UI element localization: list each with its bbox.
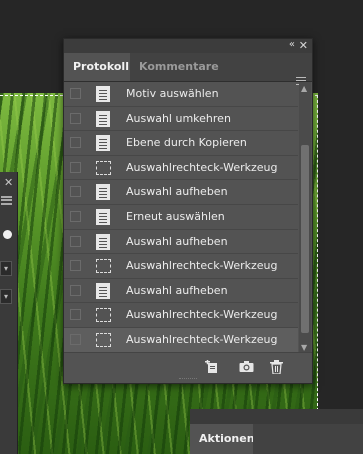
- history-state-row[interactable]: Motiv auswählen: [64, 82, 298, 107]
- document-icon: [96, 282, 110, 299]
- close-icon[interactable]: ✕: [299, 39, 308, 52]
- history-state-label: Auswahl umkehren: [126, 111, 231, 125]
- chevron-down-icon[interactable]: ▾: [0, 289, 12, 304]
- history-state-label: Auswahl aufheben: [126, 283, 228, 297]
- history-state-label: Auswahlrechteck-Werkzeug: [126, 332, 278, 346]
- snapshot-source-checkbox[interactable]: [70, 88, 81, 99]
- history-state-label: Motiv auswählen: [126, 87, 219, 100]
- snapshot-source-checkbox[interactable]: [70, 333, 81, 345]
- collapse-icon[interactable]: «: [289, 39, 295, 50]
- left-panel: ✕ ▾ ▾: [0, 172, 18, 454]
- history-state-label: Auswahl aufheben: [126, 185, 228, 199]
- document-icon: [96, 110, 110, 127]
- snapshot-source-checkbox[interactable]: [70, 137, 81, 149]
- snapshot-source-checkbox[interactable]: [70, 186, 81, 198]
- marquee-icon: [96, 160, 111, 175]
- snapshot-source-checkbox[interactable]: [70, 161, 81, 173]
- marquee-icon: [96, 308, 111, 323]
- document-icon: [96, 184, 110, 201]
- history-state-label: Auswahlrechteck-Werkzeug: [126, 308, 278, 322]
- snapshot-source-checkbox[interactable]: [70, 260, 81, 272]
- scroll-up-icon[interactable]: ▲: [301, 84, 307, 93]
- panel-titlebar[interactable]: « ✕: [64, 39, 312, 53]
- snapshot-source-checkbox[interactable]: [70, 112, 81, 124]
- document-icon: [96, 86, 110, 102]
- history-state-row[interactable]: Erneut auswählen: [64, 205, 298, 230]
- snapshot-source-checkbox[interactable]: [70, 235, 81, 247]
- history-list: Motiv auswählen Auswahl umkehren Ebene dur…: [64, 82, 298, 354]
- panel-footer: [64, 352, 312, 383]
- marquee-icon: [96, 259, 111, 274]
- document-icon: [96, 233, 110, 250]
- history-state-row[interactable]: Auswahlrechteck-Werkzeug: [64, 327, 298, 353]
- history-state-label: Auswahl aufheben: [126, 234, 228, 248]
- history-state-label: Erneut auswählen: [126, 209, 225, 223]
- resize-grip[interactable]: [179, 378, 197, 382]
- history-state-label: Auswahlrechteck-Werkzeug: [126, 160, 278, 174]
- snapshot-source-checkbox[interactable]: [70, 210, 81, 222]
- history-state-row[interactable]: Ebene durch Kopieren: [64, 131, 298, 156]
- scroll-down-icon[interactable]: ▼: [301, 343, 307, 352]
- history-panel: « ✕ Protokoll Kommentare Motiv auswählen…: [63, 38, 313, 384]
- history-state-row[interactable]: Auswahlrechteck-Werkzeug: [64, 156, 298, 181]
- chevron-down-icon[interactable]: ▾: [0, 261, 12, 276]
- snapshot-source-checkbox[interactable]: [70, 284, 81, 296]
- panel-menu-icon[interactable]: [1, 196, 12, 205]
- document-icon: [96, 208, 110, 225]
- tab-bar: Protokoll Kommentare: [64, 53, 312, 85]
- close-icon[interactable]: ✕: [4, 176, 13, 189]
- trash-icon[interactable]: [270, 360, 283, 378]
- tab-protokoll[interactable]: Protokoll: [64, 53, 130, 81]
- tab-aktionen[interactable]: Aktionen: [190, 424, 255, 454]
- document-icon: [96, 135, 110, 152]
- scrollbar[interactable]: ▲ ▼: [299, 82, 311, 354]
- tab-bar: [253, 424, 363, 454]
- history-state-row[interactable]: Auswahl aufheben: [64, 180, 298, 205]
- actions-panel: Aktionen: [190, 409, 363, 454]
- history-state-row[interactable]: Auswahl aufheben: [64, 230, 298, 255]
- slider-knob[interactable]: [3, 230, 12, 239]
- marquee-icon: [96, 332, 111, 347]
- scrollbar-thumb[interactable]: [301, 145, 309, 333]
- history-state-label: Auswahlrechteck-Werkzeug: [126, 259, 278, 273]
- snapshot-source-checkbox[interactable]: [70, 309, 81, 321]
- history-state-label: Ebene durch Kopieren: [126, 136, 247, 150]
- camera-icon[interactable]: [239, 360, 254, 377]
- history-state-row[interactable]: Auswahlrechteck-Werkzeug: [64, 303, 298, 328]
- tab-kommentare[interactable]: Kommentare: [130, 53, 228, 81]
- history-state-row[interactable]: Auswahl aufheben: [64, 279, 298, 304]
- history-state-row[interactable]: Auswahlrechteck-Werkzeug: [64, 254, 298, 279]
- new-document-from-state-icon[interactable]: [205, 359, 220, 378]
- history-state-row[interactable]: Auswahl umkehren: [64, 107, 298, 132]
